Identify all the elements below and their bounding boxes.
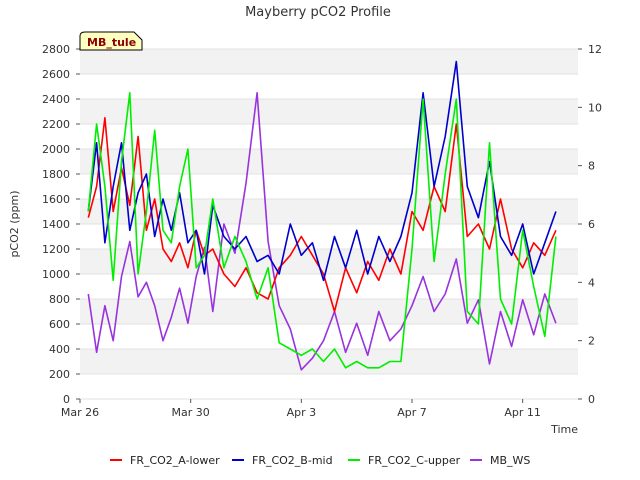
y2-tick-label: 8 [588,160,595,173]
x-tick-label: Apr 3 [287,406,317,419]
y-tick-label: 2000 [42,143,70,156]
legend-label: FR_CO2_C-upper [368,454,461,467]
grid-band [80,349,578,374]
x-axis-label: Time [550,423,578,436]
grid-band [80,74,578,99]
y-tick-label: 600 [49,318,70,331]
legend-label: FR_CO2_A-lower [130,454,220,467]
grid-band [80,149,578,174]
y-tick-label: 1600 [42,193,70,206]
y2-tick-label: 10 [588,101,602,114]
y-tick-label: 2400 [42,93,70,106]
y2-tick-label: 0 [588,393,595,406]
x-tick-label: Mar 30 [172,406,210,419]
chart-title: Mayberry pCO2 Profile [245,5,391,20]
grid-band [80,99,578,124]
y-tick-label: 400 [49,343,70,356]
site-badge: MB_tule [79,31,143,51]
y2-tick-label: 6 [588,218,595,231]
y-tick-label: 1400 [42,218,70,231]
y-tick-label: 1200 [42,243,70,256]
y-axis-label: pCO2 (ppm) [8,190,21,257]
legend-item: FR_CO2_B-mid [232,454,333,467]
y-tick-label: 1800 [42,168,70,181]
y-tick-label: 0 [63,393,70,406]
y-tick-label: 800 [49,293,70,306]
grid-band [80,174,578,199]
legend-label: FR_CO2_B-mid [252,454,333,467]
x-tick-label: Apr 7 [397,406,427,419]
y-tick-label: 2600 [42,68,70,81]
legend: FR_CO2_A-lower FR_CO2_B-mid FR_CO2_C-upper… [110,454,530,467]
badge-label: MB_tule [87,36,136,49]
y-tick-label: 200 [49,368,70,381]
chart: Mayberry pCO2 Profile 0 200 400 600 800 1000 1… [8,5,602,467]
x-tick-label: Apr 11 [504,406,541,419]
y2-tick-label: 12 [588,43,602,56]
grid-band [80,49,578,74]
legend-item: MB_WS [470,454,530,467]
y2-tick-label: 2 [588,335,595,348]
y-tick-label: 1000 [42,268,70,281]
grid-band [80,374,578,399]
y-tick-label: 2800 [42,43,70,56]
legend-item: FR_CO2_C-upper [348,454,461,467]
legend-item: FR_CO2_A-lower [110,454,220,467]
legend-label: MB_WS [490,454,530,467]
x-tick-label: Mar 26 [61,406,99,419]
plot-background [80,48,578,400]
y-tick-label: 2200 [42,118,70,131]
y2-tick-label: 4 [588,276,595,289]
